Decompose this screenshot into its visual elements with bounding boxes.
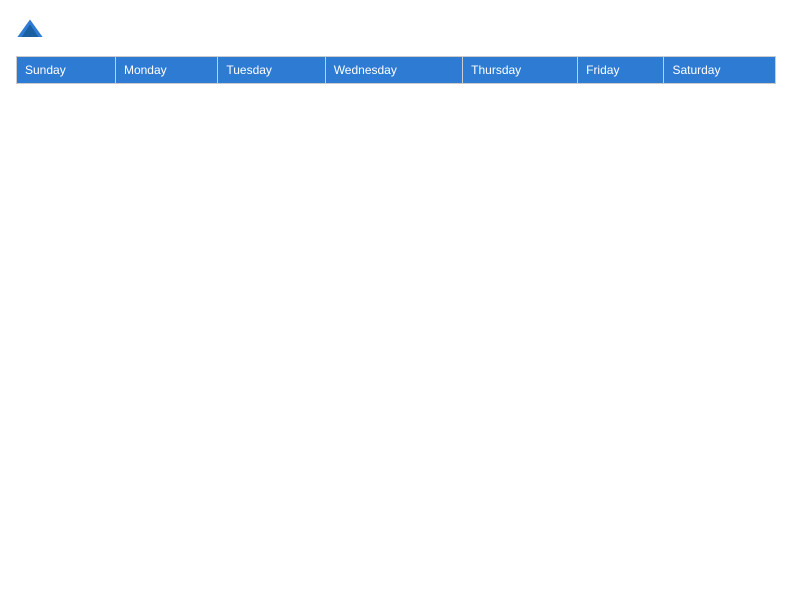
logo-icon	[16, 16, 44, 44]
calendar-table: SundayMondayTuesdayWednesdayThursdayFrid…	[16, 56, 776, 84]
calendar-header-thursday: Thursday	[463, 57, 578, 84]
calendar-header-row: SundayMondayTuesdayWednesdayThursdayFrid…	[17, 57, 776, 84]
calendar-header-wednesday: Wednesday	[325, 57, 462, 84]
calendar-header-monday: Monday	[115, 57, 217, 84]
calendar-header-sunday: Sunday	[17, 57, 116, 84]
calendar-header-friday: Friday	[578, 57, 664, 84]
page-header	[16, 16, 776, 44]
calendar-header-saturday: Saturday	[664, 57, 776, 84]
calendar-header-tuesday: Tuesday	[218, 57, 325, 84]
logo	[16, 16, 46, 44]
